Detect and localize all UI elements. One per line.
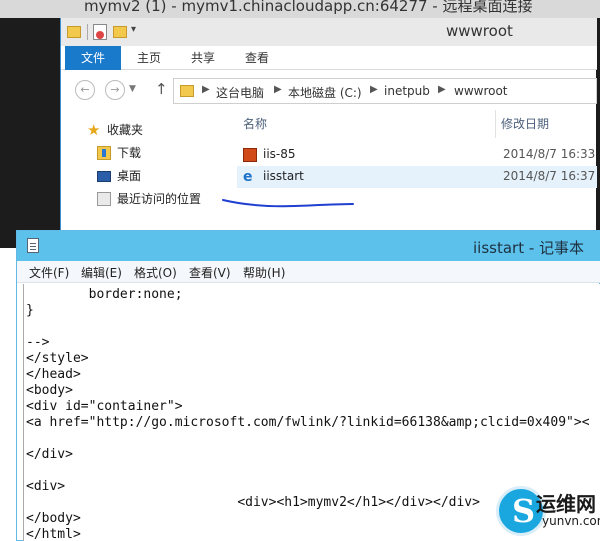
desktop-background [0,18,60,248]
watermark: 运维网 yunvn.com [496,482,600,541]
file-list: 名称 修改日期 iis-85 2014/8/7 16:33 e iisstart… [225,110,597,230]
code-line: <div><h1>mymv2</h1></div></div> [26,495,480,510]
menu-file[interactable]: 文件(F) [29,264,69,281]
address-bar[interactable]: ▶ 这台电脑 ▶ 本地磁盘 (C:) ▶ inetpub ▶ wwwroot [173,78,597,104]
menu-edit[interactable]: 编辑(E) [81,264,122,281]
folder-icon [180,85,194,97]
chevron-right-icon[interactable]: ▶ [274,84,282,95]
notepad-titlebar[interactable]: iisstart - 记事本 [17,231,600,261]
code-line: </head> [26,367,81,382]
code-line: --> [26,335,50,350]
notepad-icon [27,238,39,253]
watermark-text: 运维网 [536,492,596,516]
code-line: } [26,303,34,318]
code-line: </div> [26,447,73,462]
breadcrumb-inetpub[interactable]: inetpub [384,84,430,98]
chevron-right-icon[interactable]: ▶ [438,84,446,95]
tab-view[interactable]: 查看 [233,46,281,70]
code-line: </html> [26,527,81,541]
navigation-row: ← → ▼ ↑ ▶ 这台电脑 ▶ 本地磁盘 (C:) ▶ inetpub ▶ w… [61,74,597,106]
code-line: <div id="container"> [26,399,183,414]
file-row[interactable]: e iisstart 2014/8/7 16:37 [237,166,597,188]
breadcrumb-local-disk[interactable]: 本地磁盘 (C:) [288,84,362,101]
column-header-date[interactable]: 修改日期 [501,110,549,138]
properties-icon[interactable] [93,24,107,40]
nav-item-label: 收藏夹 [107,123,144,137]
file-date: 2014/8/7 16:37 [503,169,596,183]
code-line: border:none; [26,287,183,302]
menu-help[interactable]: 帮助(H) [243,264,285,281]
remote-desktop-title: mymv2 (1) - mymv1.chinacloudapp.cn:64277… [84,0,533,15]
breadcrumb-this-pc[interactable]: 这台电脑 [216,84,264,101]
chevron-right-icon[interactable]: ▶ [370,84,378,95]
recent-locations-dropdown-icon[interactable]: ▼ [129,84,136,94]
ribbon-tabs: 文件 主页 共享 查看 [61,46,597,70]
file-name: iisstart [263,169,304,183]
ie-html-icon: e [243,169,253,185]
breadcrumb-wwwroot[interactable]: wwwroot [454,84,508,98]
explorer-title: wwwroot [446,22,513,40]
recent-places-icon [97,192,111,206]
code-line: <body> [26,383,73,398]
menu-view[interactable]: 查看(V) [189,264,231,281]
column-divider[interactable] [495,110,496,138]
column-header-name[interactable]: 名称 [243,110,267,138]
desktop-icon [97,171,111,182]
forward-arrow-icon[interactable]: → [105,80,125,100]
tab-file[interactable]: 文件 [65,46,121,70]
explorer-titlebar[interactable]: ▾ wwwroot [61,18,597,46]
pen-annotation-line [222,199,354,208]
notepad-title: iisstart - 记事本 [473,239,585,257]
toolbar-separator [87,24,88,40]
code-line: <a href="http://go.microsoft.com/fwlink/… [26,415,590,430]
new-folder-icon[interactable] [113,26,127,38]
notepad-menubar: 文件(F) 编辑(E) 格式(O) 查看(V) 帮助(H) [17,261,600,283]
nav-item-label: 最近访问的位置 [117,192,202,206]
code-line: </style> [26,351,89,366]
file-name: iis-85 [263,147,296,161]
navigation-pane: ★ 收藏夹 下载 桌面 最近访问的位置 [61,114,221,230]
file-row[interactable]: iis-85 2014/8/7 16:33 [237,144,597,166]
nav-item-label: 桌面 [117,169,142,183]
folder-icon [67,26,81,38]
up-arrow-icon[interactable]: ↑ [155,80,168,98]
tab-home[interactable]: 主页 [125,46,173,70]
downloads-folder-icon [97,146,111,160]
chevron-right-icon[interactable]: ▶ [202,84,210,95]
watermark-url: yunvn.com [542,514,600,528]
image-file-icon [243,148,257,162]
quick-access-dropdown-icon[interactable]: ▾ [131,24,136,40]
nav-item-label: 下载 [117,146,142,160]
code-line: </body> [26,511,81,526]
star-icon: ★ [87,121,101,139]
file-date: 2014/8/7 16:33 [503,147,596,161]
tab-share[interactable]: 共享 [179,46,227,70]
code-line: <div> [26,479,66,494]
remote-desktop-titlebar: mymv2 (1) - mymv1.chinacloudapp.cn:64277… [0,0,600,18]
menu-format[interactable]: 格式(O) [134,264,177,281]
back-arrow-icon[interactable]: ← [75,80,95,100]
